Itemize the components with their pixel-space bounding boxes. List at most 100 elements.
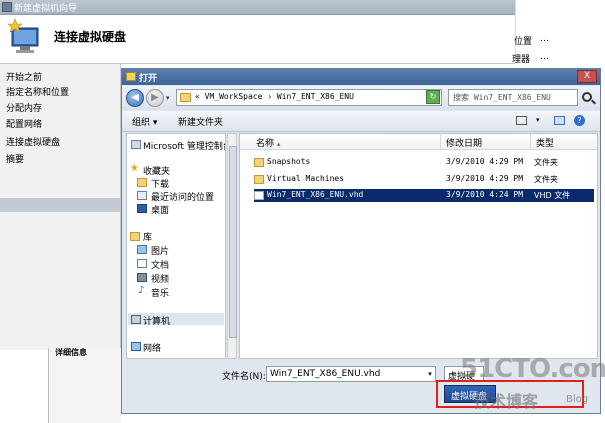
tree-item-pictures[interactable]: 图片: [151, 244, 169, 257]
filename-label: 文件名(N):: [222, 372, 266, 382]
tree-item-documents[interactable]: 文档: [151, 258, 169, 271]
view-dropdown-icon[interactable]: ▾: [536, 116, 540, 124]
list-header: 名称 ▴ 修改日期 类型: [240, 134, 597, 150]
tree-scrollbar[interactable]: [227, 133, 237, 359]
search-input[interactable]: 搜索 Win7_ENT_X86_ENU: [448, 89, 578, 106]
wizard-steps: 开始之前 指定名称和位置 分配内存 配置网络 连接虚拟硬盘 摘要: [0, 64, 121, 350]
file-icon: [254, 191, 264, 200]
forward-button[interactable]: ▶: [146, 89, 164, 107]
sort-ascending-icon: ▴: [276, 140, 281, 148]
filename-dropdown-icon[interactable]: ▾: [424, 368, 436, 380]
wizard-app-icon: [2, 2, 12, 12]
view-options-icon[interactable]: [516, 116, 527, 125]
address-bar[interactable]: « VM_WorkSpace › Win7_ENT_X86_ENU ▾: [176, 89, 442, 106]
tree-item-favorites[interactable]: 收藏夹: [143, 164, 170, 177]
watermark-subtitle: 技术博客: [474, 392, 539, 411]
organize-button[interactable]: 组织 ▾: [132, 115, 157, 128]
library-icon: [130, 232, 140, 241]
tree-item-computer[interactable]: 计算机: [143, 314, 170, 327]
preview-pane-icon[interactable]: [554, 116, 565, 125]
column-name-label: 名称: [256, 139, 275, 149]
navigation-tree: Microsoft 管理控制台 ★ 收藏夹 下载 最近访问的位置 桌面 库 图片…: [126, 133, 226, 359]
wizard-step-memory[interactable]: 分配内存: [6, 101, 42, 114]
right-panel: 位置 … 理器 …: [512, 0, 605, 65]
watermark-blog: Blog: [566, 394, 589, 405]
folder-icon: [180, 93, 191, 102]
desktop-icon: [137, 204, 147, 213]
address-path[interactable]: « VM_WorkSpace › Win7_ENT_X86_ENU: [195, 92, 354, 101]
file-date: 3/9/2010 4:29 PM: [446, 174, 524, 183]
search-placeholder: 搜索 Win7_ENT_X86_ENU: [453, 93, 551, 102]
column-divider[interactable]: [440, 134, 441, 149]
downloads-icon: [137, 178, 147, 187]
right-panel-item[interactable]: 理器: [512, 52, 530, 65]
new-folder-button[interactable]: 新建文件夹: [178, 115, 223, 128]
wizard-step-connect-disk[interactable]: 连接虚拟硬盘: [6, 135, 60, 148]
list-item[interactable]: Snapshots 3/9/2010 4:29 PM 文件夹: [254, 156, 594, 169]
file-type: 文件夹: [534, 158, 558, 167]
wizard-titlebar: 新建虚拟机向导: [0, 0, 515, 15]
tree-item-desktop[interactable]: 桌面: [151, 203, 169, 216]
column-date-header[interactable]: 修改日期: [446, 136, 482, 149]
file-name: Win7_ENT_X86_ENU.vhd: [267, 190, 364, 199]
filename-input[interactable]: Win7_ENT_X86_ENU.vhd: [266, 366, 436, 382]
dialog-titlebar: 打开 X: [122, 69, 600, 85]
pictures-icon: [137, 245, 147, 254]
address-row: ◀ ▶ ▾ « VM_WorkSpace › Win7_ENT_X86_ENU …: [122, 86, 600, 110]
wizard-step-network[interactable]: 配置网络: [6, 117, 42, 130]
folder-icon: [254, 175, 264, 184]
right-panel-item[interactable]: …: [540, 34, 549, 44]
right-panel-item[interactable]: 位置: [514, 34, 532, 47]
tree-item-libraries[interactable]: 库: [143, 230, 152, 243]
filename-value[interactable]: Win7_ENT_X86_ENU.vhd: [270, 369, 380, 379]
column-type-header[interactable]: 类型: [536, 136, 554, 149]
right-panel-item[interactable]: …: [540, 52, 549, 62]
wizard-step-highlight: [0, 198, 120, 212]
file-name: Snapshots: [267, 157, 311, 166]
videos-icon: [137, 273, 147, 282]
recent-pages-chevron-icon[interactable]: ▾: [166, 94, 170, 102]
wizard-step-name-location[interactable]: 指定名称和位置: [6, 85, 69, 98]
back-button[interactable]: ◀: [126, 89, 144, 107]
tree-item-network[interactable]: 网络: [143, 341, 161, 354]
file-list: 名称 ▴ 修改日期 类型 Snapshots 3/9/2010 4:29 PM …: [239, 133, 598, 359]
close-button[interactable]: X: [577, 70, 597, 83]
tree-item-downloads[interactable]: 下载: [151, 177, 169, 190]
documents-icon: [137, 259, 147, 268]
wizard-step-before-you-begin[interactable]: 开始之前: [6, 70, 42, 83]
file-type: VHD 文件: [534, 191, 571, 200]
star-icon: ★: [130, 163, 139, 174]
refresh-button[interactable]: ↻: [426, 90, 440, 104]
music-note-icon: ♪: [138, 285, 145, 296]
file-type: 文件夹: [534, 175, 558, 184]
folder-icon: [126, 72, 136, 81]
file-name: Virtual Machines: [267, 174, 345, 183]
network-icon: [131, 342, 141, 351]
tree-item-microsoft[interactable]: Microsoft 管理控制台: [143, 139, 225, 152]
tree-item-music[interactable]: 音乐: [151, 286, 169, 299]
dialog-toolbar: 组织 ▾ 新建文件夹 ▾ ?: [122, 111, 600, 132]
folder-icon: [254, 158, 264, 167]
column-name-header[interactable]: 名称 ▴: [256, 136, 280, 149]
wizard-lower-label: 详细信息: [55, 348, 87, 357]
wizard-title: 新建虚拟机向导: [14, 4, 78, 14]
computer-icon: [131, 315, 141, 324]
file-date: 3/9/2010 4:29 PM: [446, 157, 524, 166]
tree-item-videos[interactable]: 视频: [151, 272, 169, 285]
file-date: 3/9/2010 4:24 PM: [446, 190, 524, 199]
search-icon[interactable]: [582, 92, 592, 102]
console-icon: [131, 140, 141, 149]
tree-scroll-thumb[interactable]: [229, 146, 237, 338]
list-item-selected[interactable]: Win7_ENT_X86_ENU.vhd 3/9/2010 4:24 PM VH…: [254, 189, 594, 202]
monitor-star-icon: [7, 18, 39, 53]
recent-places-icon: [137, 191, 147, 200]
help-icon[interactable]: ?: [574, 115, 585, 126]
dialog-title: 打开: [139, 74, 158, 84]
tree-item-recent[interactable]: 最近访问的位置: [151, 190, 214, 203]
wizard-step-summary[interactable]: 摘要: [6, 152, 24, 165]
list-item[interactable]: Virtual Machines 3/9/2010 4:29 PM 文件夹: [254, 173, 594, 186]
watermark-logo: 51CTO.com: [460, 354, 605, 384]
column-divider[interactable]: [530, 134, 531, 149]
wizard-lower-panel: [48, 348, 121, 423]
wizard-heading: 连接虚拟硬盘: [54, 30, 127, 44]
